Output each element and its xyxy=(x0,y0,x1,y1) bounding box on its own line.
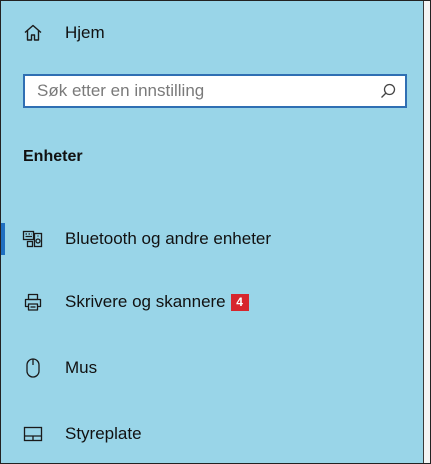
nav-item-printers-text: Skrivere og skannere xyxy=(65,292,226,311)
nav-item-bluetooth-label: Bluetooth og andre enheter xyxy=(65,229,272,248)
touchpad-icon xyxy=(22,423,44,445)
nav-item-mouse-label: Mus xyxy=(65,358,98,377)
callout-badge: 4 xyxy=(230,293,249,311)
printer-icon xyxy=(22,291,44,313)
nav-item-printers-label: Skrivere og skannere 4 xyxy=(65,292,249,312)
nav-item-touchpad[interactable]: Styreplate xyxy=(1,414,423,454)
bluetooth-devices-icon xyxy=(22,228,44,250)
nav-home[interactable]: Hjem xyxy=(1,13,423,53)
content-area-edge xyxy=(424,1,430,463)
mouse-icon xyxy=(22,357,44,379)
search-box[interactable] xyxy=(23,74,407,108)
section-title: Enheter xyxy=(23,148,83,165)
nav-item-touchpad-label: Styreplate xyxy=(65,424,142,443)
settings-window: Hjem Enheter xyxy=(0,0,431,464)
nav-home-label: Hjem xyxy=(65,23,105,42)
home-icon xyxy=(22,22,44,44)
nav-item-bluetooth[interactable]: Bluetooth og andre enheter xyxy=(1,219,423,259)
search-icon[interactable] xyxy=(379,82,397,100)
settings-nav-panel: Hjem Enheter xyxy=(1,1,424,463)
nav-item-mouse[interactable]: Mus xyxy=(1,348,423,388)
nav-item-printers[interactable]: Skrivere og skannere 4 xyxy=(1,282,423,322)
search-input[interactable] xyxy=(25,76,377,106)
